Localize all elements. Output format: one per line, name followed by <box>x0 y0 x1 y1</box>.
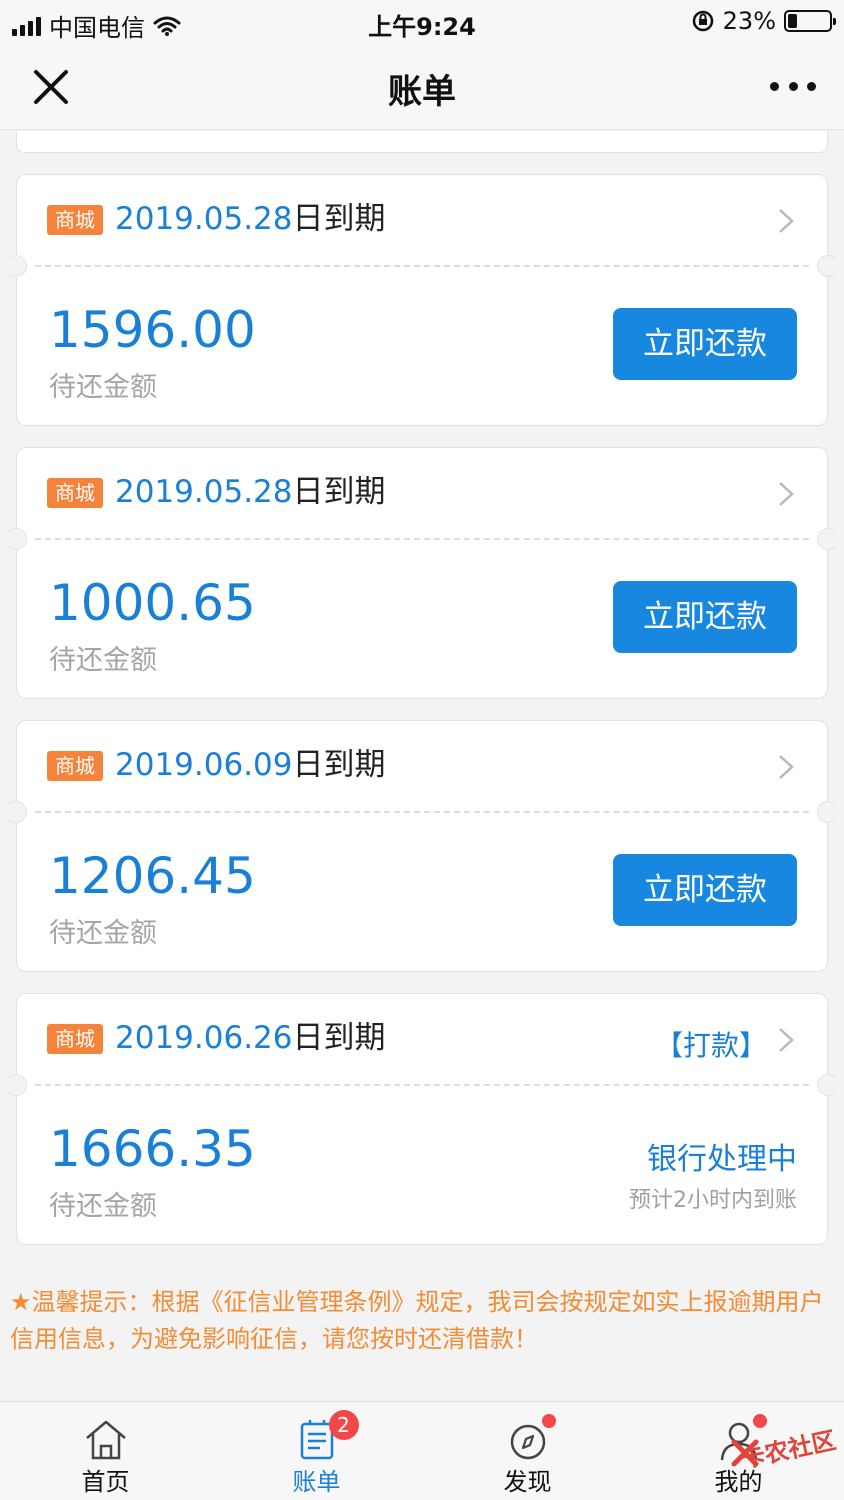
notification-dot <box>752 1414 767 1428</box>
mall-tag: 商城 <box>47 1024 103 1054</box>
bill-count-badge: 2 <box>328 1410 359 1440</box>
status-bar: 中国电信 上午9:24 23% <box>0 0 844 44</box>
bill-card: 商城 2019.05.28日到期 1000.65 待还金额 立即还款 <box>5 447 839 699</box>
tab-home[interactable]: 首页 <box>0 1402 211 1500</box>
tab-label: 发现 <box>503 1468 552 1496</box>
battery-level <box>788 14 797 28</box>
ticket-notch <box>5 801 27 823</box>
processing-status: 银行处理中 <box>647 1142 797 1177</box>
due-suffix: 日到期 <box>292 474 386 510</box>
due-date-text: 2019.05.28日到期 <box>115 472 386 512</box>
battery-percent: 23% <box>722 7 776 35</box>
ticket-notch <box>817 1074 839 1096</box>
chevron-right-icon <box>779 1028 794 1052</box>
dashed-divider <box>35 1084 809 1086</box>
tab-label: 账单 <box>292 1468 341 1496</box>
ticket-notch <box>5 255 27 277</box>
amount-due: 1000.65 <box>49 574 256 632</box>
due-date-text: 2019.06.26日到期 <box>115 1018 386 1058</box>
due-date-text: 2019.05.28日到期 <box>115 199 386 239</box>
amount-label: 待还金额 <box>49 372 157 403</box>
dashed-divider <box>35 811 809 813</box>
rotation-lock-icon <box>692 10 713 32</box>
due-date: 2019.05.28 <box>115 201 293 237</box>
credit-reminder-tip: ★温馨提示：根据《征信业管理条例》规定，我司会按规定如实上报逾期用户信用信息，为… <box>10 1288 824 1353</box>
amount-label: 待还金额 <box>49 645 157 676</box>
due-date: 2019.06.09 <box>115 747 293 783</box>
status-right: 23% <box>691 7 836 35</box>
tab-bar: 首页 2 账单 发现 我的 <box>0 1401 844 1500</box>
bill-card: 商城 2019.06.09日到期 1206.45 待还金额 立即还款 <box>5 720 839 972</box>
chevron-right-icon <box>779 209 794 233</box>
due-suffix: 日到期 <box>292 201 386 237</box>
chevron-right-icon <box>779 482 794 506</box>
chevron-right-icon <box>779 755 794 779</box>
bill-card-header[interactable]: 商城 2019.06.26日到期 【打款】 <box>17 994 827 1084</box>
ticket-notch <box>817 255 839 277</box>
amount-due: 1596.00 <box>49 301 256 359</box>
mall-tag: 商城 <box>47 478 103 508</box>
more-dots-icon[interactable] <box>770 74 816 98</box>
battery-icon <box>784 10 836 32</box>
bill-card-header[interactable]: 商城 2019.05.28日到期 <box>17 448 827 538</box>
bill-card: 商城 2019.06.26日到期 【打款】 1666.35 待还金额 银行处理中… <box>5 993 839 1245</box>
bill-card-header[interactable]: 商城 2019.06.09日到期 <box>17 721 827 811</box>
transfer-link[interactable]: 【打款】 <box>655 1024 767 1064</box>
due-date-text: 2019.06.09日到期 <box>115 745 386 785</box>
nav-bar: 账单 <box>0 44 844 130</box>
amount-due: 1206.45 <box>49 847 256 905</box>
amount-label: 待还金额 <box>49 918 157 949</box>
due-suffix: 日到期 <box>292 747 386 783</box>
ticket-notch <box>5 528 27 550</box>
pay-now-button[interactable]: 立即还款 <box>613 308 797 380</box>
tab-bills[interactable]: 2 账单 <box>211 1402 422 1500</box>
ticket-notch <box>5 1074 27 1096</box>
ticket-notch <box>817 528 839 550</box>
bill-card: 商城 2019.05.28日到期 1596.00 待还金额 立即还款 <box>5 174 839 426</box>
arrival-estimate: 预计2小时内到账 <box>629 1188 797 1213</box>
bill-card-header[interactable]: 商城 2019.05.28日到期 <box>17 175 827 265</box>
mall-tag: 商城 <box>47 205 103 235</box>
amount-due: 1666.35 <box>49 1120 256 1178</box>
dashed-divider <box>35 538 809 540</box>
ticket-notch <box>817 801 839 823</box>
mall-tag: 商城 <box>47 751 103 781</box>
pay-now-button[interactable]: 立即还款 <box>613 581 797 653</box>
amount-label: 待还金额 <box>49 1191 157 1222</box>
page-title: 账单 <box>388 72 456 112</box>
tab-label: 首页 <box>81 1468 130 1496</box>
dashed-divider <box>35 265 809 267</box>
due-date: 2019.05.28 <box>115 474 293 510</box>
due-suffix: 日到期 <box>292 1020 386 1056</box>
due-date: 2019.06.26 <box>115 1020 293 1056</box>
bill-list[interactable]: 商城 2019.05.28日到期 1596.00 待还金额 立即还款 商城 20… <box>0 131 844 1401</box>
home-icon <box>85 1420 126 1460</box>
tab-discover[interactable]: 发现 <box>422 1402 633 1500</box>
pay-now-button[interactable]: 立即还款 <box>613 854 797 926</box>
notification-dot <box>541 1414 556 1428</box>
bill-card-partial <box>16 131 828 153</box>
